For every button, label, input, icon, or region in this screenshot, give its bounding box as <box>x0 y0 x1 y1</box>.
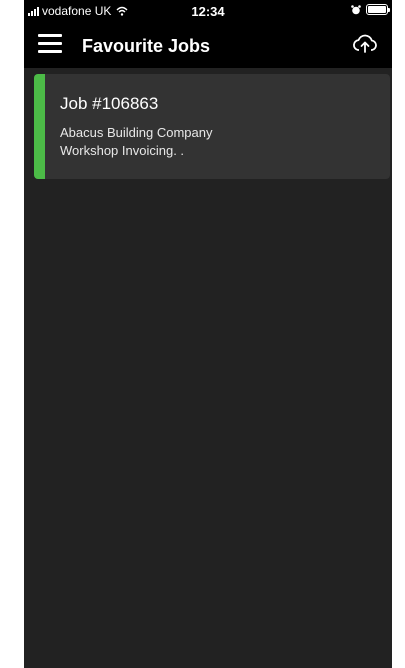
job-status-stripe <box>34 74 45 179</box>
job-description: Workshop Invoicing. . <box>60 143 185 158</box>
page-title: Favourite Jobs <box>82 36 211 56</box>
hamburger-menu-icon[interactable] <box>38 34 62 54</box>
job-company: Abacus Building Company <box>60 125 213 140</box>
job-number: Job #106863 <box>60 94 159 113</box>
clock-time: 12:34 <box>191 4 225 19</box>
battery-icon <box>366 4 390 15</box>
app-bar: Favourite Jobs <box>24 22 392 68</box>
status-right <box>351 4 390 15</box>
cloud-upload-icon[interactable] <box>352 31 378 57</box>
alarm-icon <box>351 4 361 14</box>
job-card[interactable]: Job #106863 Abacus Building Company Work… <box>34 74 390 179</box>
app-screen: vodafone UK 12:34 Favourite Jobs Job #10… <box>24 0 392 668</box>
job-list: Job #106863 Abacus Building Company Work… <box>24 68 392 668</box>
status-bar: vodafone UK 12:34 <box>24 0 392 22</box>
